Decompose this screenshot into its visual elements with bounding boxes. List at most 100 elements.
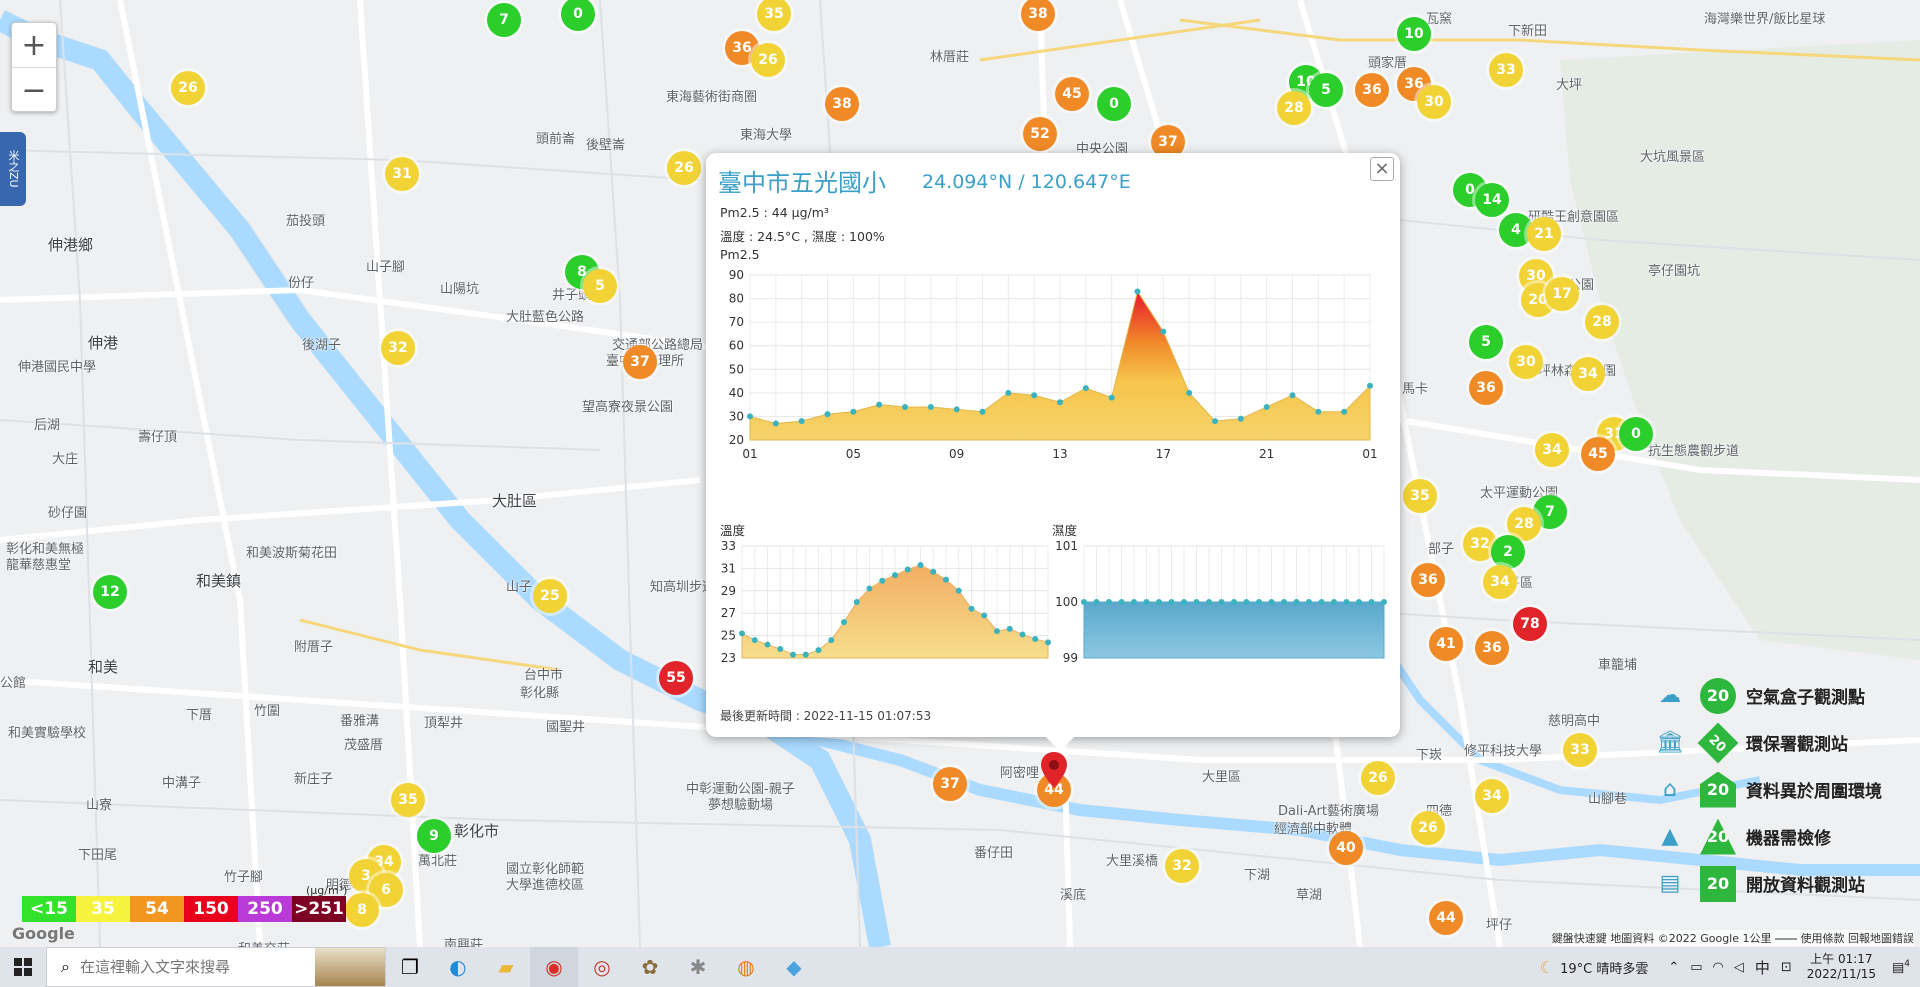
map-place-label: 瓦窯 <box>1426 12 1453 27</box>
sensor-marker[interactable]: 45 <box>1581 437 1615 471</box>
sensor-marker[interactable]: 33 <box>1563 733 1597 767</box>
volume-icon[interactable]: ◁ <box>1734 960 1744 975</box>
map-legend: ☁ 20 空氣盒子觀測點 🏛 20 環保署觀測站 ⌂ 20 資料異於周圍環境 ▲ 20 機器需檢修 ▤ 2… <box>1650 672 1900 907</box>
ime-mode-icon[interactable]: ⊡ <box>1781 960 1792 975</box>
map-canvas[interactable]: 林厝莊 東海藝術街商圈 東海大學 頭前崙 後壁崙 中央公園 伸港鄉 茄投頭 山子腳 份仔 山陽坑 井子… <box>0 0 1920 947</box>
sensor-marker[interactable]: 5 <box>1469 325 1503 359</box>
map-place-label: 南興莊 <box>444 938 484 947</box>
sensor-marker[interactable]: 26 <box>667 151 701 185</box>
sensor-marker[interactable]: 10 <box>1397 17 1431 51</box>
map-place-label: 下厝 <box>186 708 213 723</box>
sensor-marker[interactable]: 2 <box>1491 535 1525 569</box>
sensor-marker[interactable]: 34 <box>1535 433 1569 467</box>
sensor-marker[interactable]: 52 <box>1023 117 1057 151</box>
government-building-icon: 🏛 <box>1656 730 1684 755</box>
battery-icon[interactable]: ▭ <box>1690 960 1702 975</box>
sensor-marker[interactable]: 55 <box>659 661 693 695</box>
sensor-marker[interactable]: 34 <box>1475 779 1509 813</box>
ime-indicator[interactable]: 中 <box>1755 957 1770 978</box>
sensor-marker[interactable]: 40 <box>1329 831 1363 865</box>
data-point <box>1318 599 1325 605</box>
pm25-color-scale: <15 35 54 150 250 >251 <box>22 896 346 922</box>
close-icon[interactable]: × <box>1370 157 1394 181</box>
sensor-marker[interactable]: 26 <box>751 43 785 77</box>
sensor-marker[interactable]: 14 <box>1475 183 1509 217</box>
sensor-marker[interactable]: 44 <box>1429 901 1463 935</box>
sensor-marker[interactable]: 0 <box>1097 87 1131 121</box>
app-compass-icon[interactable]: ◎ <box>578 947 626 987</box>
map-attribution[interactable]: 鍵盤快速鍵 地圖資料 ©2022 Google 1公里 ⎯⎯⎯⎯ 使用條款 回報… <box>1551 930 1914 946</box>
map-place-label: 中溝子 <box>162 776 202 791</box>
sensor-marker[interactable]: 30 <box>1509 345 1543 379</box>
sensor-marker[interactable]: 25 <box>533 579 567 613</box>
app-blender-icon[interactable]: ◍ <box>722 947 770 987</box>
app-notes-icon[interactable]: ◆ <box>770 947 818 987</box>
sensor-marker[interactable]: 32 <box>1165 849 1199 883</box>
x-tick-label: 05 <box>846 447 861 461</box>
map-place-label: 公館 <box>0 676 27 691</box>
selected-location-pin[interactable] <box>1041 752 1067 788</box>
sensor-marker[interactable]: 17 <box>1545 277 1579 311</box>
zoom-out-button[interactable]: − <box>12 67 56 112</box>
data-point <box>1367 382 1373 389</box>
sensor-marker[interactable]: 34 <box>1483 565 1517 599</box>
notification-icon[interactable]: ▤4 <box>1892 959 1910 975</box>
sensor-marker[interactable]: 36 <box>1355 73 1389 107</box>
sensor-marker[interactable]: 36 <box>1475 631 1509 665</box>
sensor-marker[interactable]: 21 <box>1527 217 1561 251</box>
sensor-marker[interactable]: 36 <box>1469 371 1503 405</box>
sensor-marker[interactable]: 26 <box>1361 761 1395 795</box>
sensor-marker[interactable]: 8 <box>345 893 379 927</box>
sensor-marker[interactable]: 41 <box>1429 627 1463 661</box>
map-place-label: 彰化縣 <box>520 686 560 701</box>
data-point <box>1006 625 1013 632</box>
side-panel-tab[interactable]: 米之ZU <box>0 132 26 206</box>
data-point <box>1186 389 1193 396</box>
sensor-marker[interactable]: 37 <box>623 345 657 379</box>
data-point <box>1381 599 1387 605</box>
sensor-marker[interactable]: 35 <box>391 783 425 817</box>
network-icon[interactable]: ◠ <box>1713 960 1724 975</box>
data-point <box>1263 404 1270 410</box>
sensor-marker[interactable]: 31 <box>385 157 419 191</box>
weather-text[interactable]: 19°C 晴時多雲 <box>1560 958 1648 977</box>
sensor-marker[interactable]: 12 <box>93 575 127 609</box>
sensor-marker[interactable]: 33 <box>1489 53 1523 87</box>
taskbar-search-box[interactable]: ⌕ <box>46 947 386 987</box>
file-explorer-icon[interactable]: ▰ <box>482 947 530 987</box>
taskbar-search-input[interactable] <box>77 957 312 977</box>
sensor-marker[interactable]: 78 <box>1513 607 1547 641</box>
map-place-label: 大里區 <box>1202 770 1242 785</box>
sensor-marker[interactable]: 35 <box>1403 479 1437 513</box>
sensor-marker[interactable]: 5 <box>1309 73 1343 107</box>
windows-start-button[interactable] <box>0 947 46 987</box>
sensor-marker[interactable]: 0 <box>1619 417 1653 451</box>
edge-browser-icon[interactable]: ◐ <box>434 947 482 987</box>
sensor-marker[interactable]: 38 <box>825 87 859 121</box>
sensor-marker[interactable]: 28 <box>1277 91 1311 125</box>
sensor-marker[interactable]: 9 <box>417 819 451 853</box>
sensor-marker[interactable]: 32 <box>381 331 415 365</box>
sensor-marker[interactable]: 37 <box>933 767 967 801</box>
taskbar-clock[interactable]: 上午 01:17 2022/11/15 <box>1807 952 1876 982</box>
sensor-marker[interactable]: 5 <box>583 269 617 303</box>
sensor-marker[interactable]: 26 <box>171 71 205 105</box>
chevron-up-icon[interactable]: ⌃ <box>1668 960 1679 975</box>
y-tick-label: 80 <box>729 292 744 306</box>
data-point <box>1243 599 1250 605</box>
data-point <box>841 619 847 626</box>
chrome-browser-icon[interactable]: ◉ <box>530 947 578 987</box>
app-inkscape-icon[interactable]: ✱ <box>674 947 722 987</box>
sensor-marker[interactable]: 36 <box>1411 563 1445 597</box>
app-gimp-icon[interactable]: ✿ <box>626 947 674 987</box>
sensor-marker[interactable]: 26 <box>1411 811 1445 845</box>
sensor-marker[interactable]: 30 <box>1417 85 1451 119</box>
map-place-label: 後壁崙 <box>586 138 626 153</box>
sensor-marker[interactable]: 28 <box>1585 305 1619 339</box>
sensor-marker[interactable]: 34 <box>1571 357 1605 391</box>
zoom-in-button[interactable]: + <box>12 23 56 67</box>
map-place-label: 附厝子 <box>294 640 334 655</box>
sensor-marker[interactable]: 45 <box>1055 77 1089 111</box>
sensor-marker[interactable]: 7 <box>487 3 521 37</box>
task-view-icon[interactable]: ❐ <box>386 947 434 987</box>
